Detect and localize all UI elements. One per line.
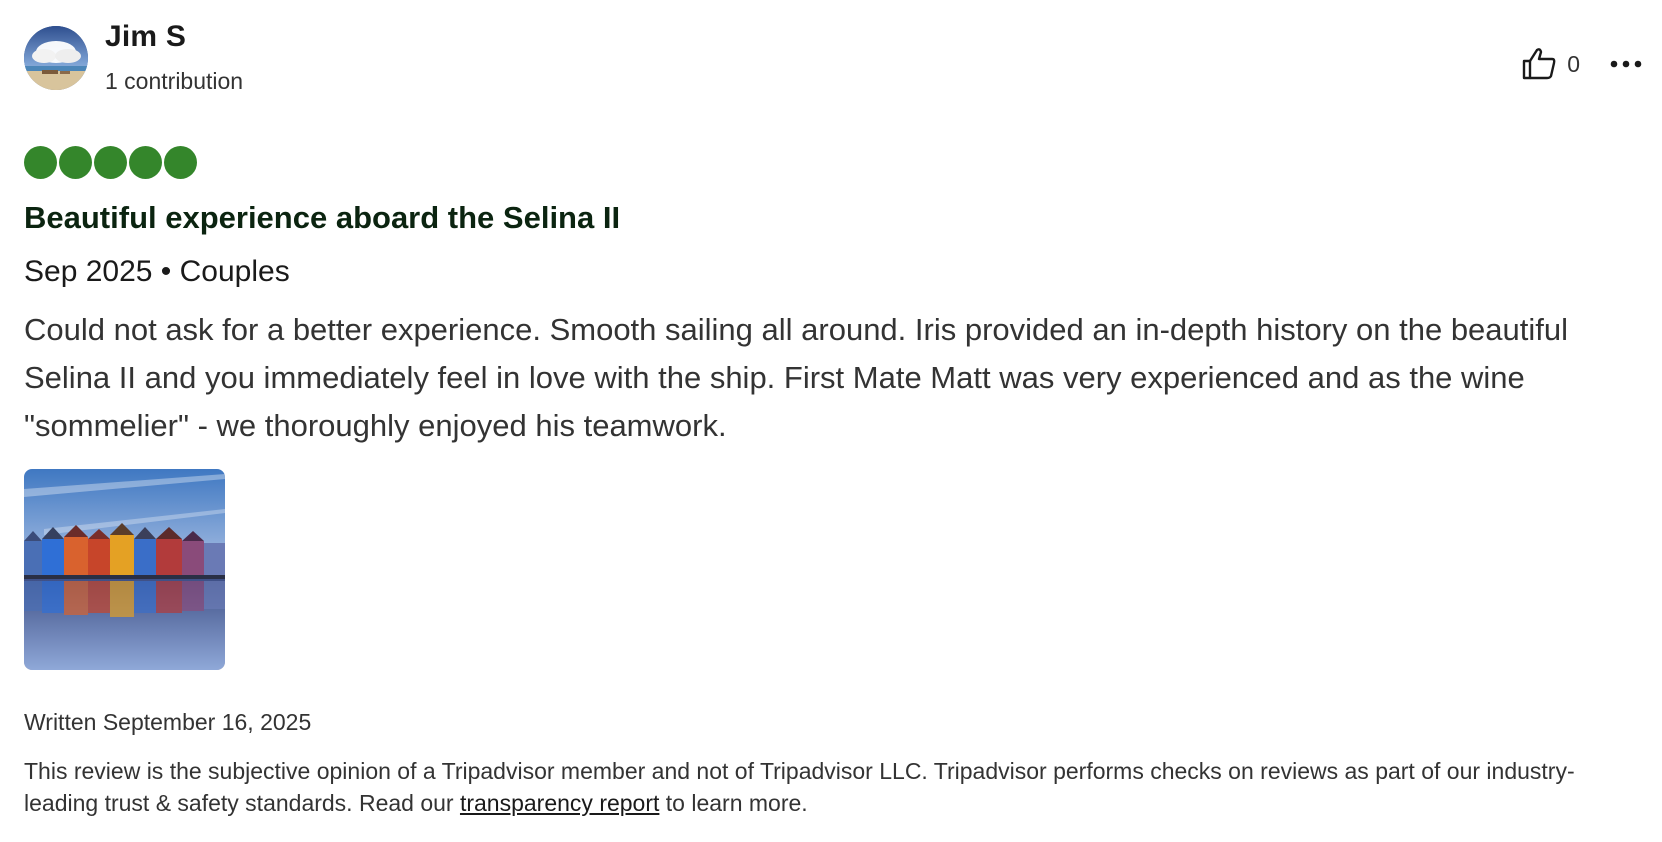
thumbs-up-icon	[1523, 48, 1556, 80]
colorful-waterfront-houses-photo-icon	[24, 469, 225, 670]
rating-bubble-icon	[94, 146, 127, 179]
reviewer-contributions: 1 contribution	[105, 68, 244, 94]
helpful-vote-button[interactable]: 0	[1521, 47, 1580, 81]
avatar-beach-photo-icon	[24, 26, 88, 90]
review-actions: 0	[1521, 44, 1644, 84]
rating-bubble-icon	[164, 146, 197, 179]
review-date-trip-type: Sep 2025 • Couples	[24, 255, 290, 288]
review-written-date: Written September 16, 2025	[24, 709, 312, 735]
review-disclaimer: This review is the subjective opinion of…	[24, 755, 1634, 819]
reviewer-avatar[interactable]	[24, 26, 88, 90]
review-photo[interactable]	[24, 469, 225, 670]
review-card: Jim S 1 contribution 0 Beautiful experie…	[24, 0, 1644, 816]
disclaimer-text-end: to learn more.	[659, 790, 808, 816]
more-options-button[interactable]	[1608, 46, 1644, 82]
more-options-icon	[1610, 60, 1642, 68]
helpful-count: 0	[1567, 50, 1580, 77]
transparency-report-link[interactable]: transparency report	[460, 790, 659, 816]
rating-bubble-icon	[59, 146, 92, 179]
reviewer-name[interactable]: Jim S	[105, 20, 186, 54]
rating-bubbles	[24, 146, 197, 179]
review-title[interactable]: Beautiful experience aboard the Selina I…	[24, 200, 620, 236]
review-text: Could not ask for a better experience. S…	[24, 312, 1569, 443]
rating-bubble-icon	[24, 146, 57, 179]
review-header: Jim S 1 contribution 0	[24, 0, 1644, 110]
rating-bubble-icon	[129, 146, 162, 179]
